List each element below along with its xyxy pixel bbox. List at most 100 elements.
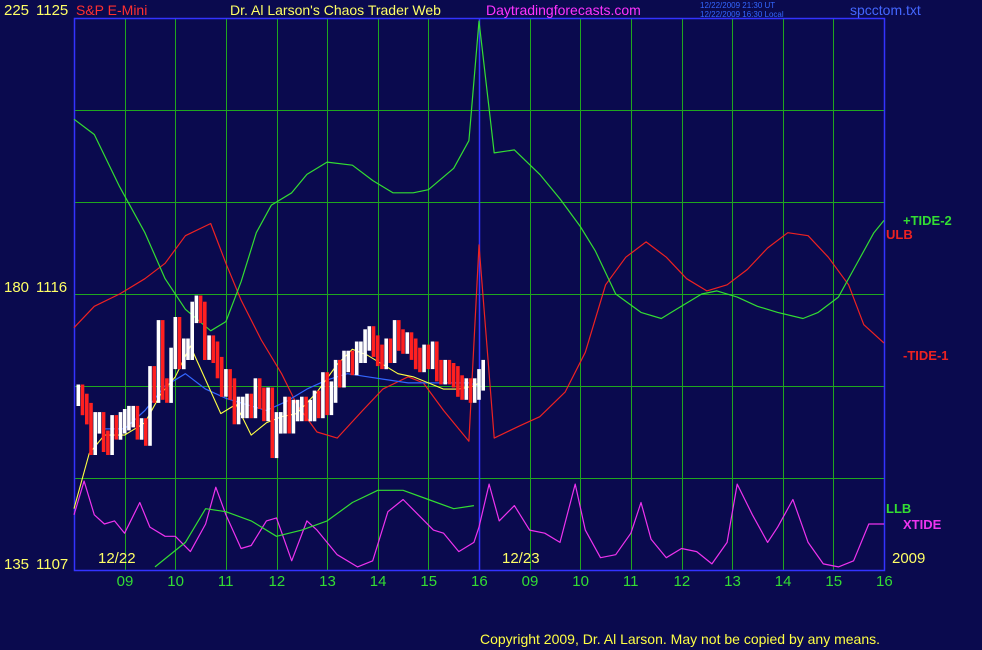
price-bar	[354, 341, 359, 376]
price-bar	[312, 390, 317, 422]
price-bar	[447, 359, 452, 385]
price-bar	[460, 375, 464, 400]
hour-tick: 10	[572, 573, 589, 590]
price-bar	[160, 320, 165, 400]
price-bar	[228, 369, 232, 400]
price-bar	[380, 344, 384, 370]
price-bar	[397, 320, 401, 351]
price-bar	[135, 405, 140, 440]
series-label-xtide: XTIDE	[903, 517, 942, 532]
hour-tick: 09	[116, 573, 134, 590]
price-bar	[401, 329, 405, 354]
price-bar	[321, 372, 325, 419]
price-bar	[426, 344, 431, 370]
series-label-tide1: -TIDE-1	[903, 348, 949, 363]
price-bar	[338, 359, 342, 388]
price-bar	[262, 387, 266, 422]
price-bar	[430, 341, 435, 370]
price-bar	[477, 369, 481, 400]
price-bar	[114, 415, 119, 440]
price-bar	[173, 317, 178, 370]
price-bar	[456, 366, 460, 397]
price-bar	[224, 369, 228, 397]
hour-tick: 15	[420, 573, 438, 590]
price-bar	[85, 393, 89, 425]
price-bar	[388, 338, 393, 363]
price-bar	[257, 378, 262, 409]
price-bar	[405, 332, 410, 354]
price-bar	[325, 372, 329, 416]
timestamp-local: 12/22/2009 16:30 Local	[700, 10, 784, 19]
price-bar	[304, 396, 308, 422]
header-price-right-top: 225	[4, 2, 30, 19]
price-bar	[101, 412, 106, 452]
price-bar	[481, 359, 485, 391]
price-bar	[413, 338, 418, 370]
price-bar	[266, 387, 270, 422]
symbol-label: S&P E-Mini	[76, 2, 148, 18]
chart-title: Dr. Al Larson's Chaos Trader Web	[230, 2, 441, 18]
price-bar	[359, 341, 363, 363]
price-bar	[435, 341, 439, 382]
hour-tick: 09	[521, 573, 539, 590]
price-bar	[253, 378, 258, 419]
price-bar	[316, 390, 321, 419]
y-tick-bottom-left: 135	[4, 556, 30, 573]
price-bar	[371, 326, 376, 357]
price-bar	[384, 338, 388, 370]
price-bar	[207, 335, 211, 360]
day-label-2: 12/23	[502, 550, 540, 567]
price-bar	[89, 402, 93, 455]
hour-tick: 15	[825, 573, 843, 590]
y-tick-mid-right: 1116	[36, 279, 68, 296]
price-bar	[308, 399, 313, 422]
hour-tick: 16	[471, 573, 488, 590]
price-bar	[418, 347, 422, 373]
price-bar	[422, 344, 426, 373]
price-bar	[363, 329, 367, 363]
price-bar	[236, 396, 241, 425]
price-bar	[249, 393, 253, 419]
hour-tick: 13	[319, 573, 336, 590]
price-bar	[342, 350, 346, 388]
hour-tick: 12	[673, 573, 691, 590]
price-bar	[346, 350, 350, 373]
site-label: Daytradingforecasts.com	[486, 2, 641, 18]
y-tick-bottom-right: 1107	[36, 556, 69, 573]
price-bar	[194, 295, 199, 324]
hour-tick: 11	[217, 573, 234, 590]
price-bar	[148, 366, 152, 446]
hour-tick: 10	[167, 573, 184, 590]
price-bar	[464, 378, 469, 400]
price-bar	[97, 412, 102, 434]
series-label-ulb: ULB	[886, 227, 913, 242]
hour-tick: 16	[876, 573, 893, 590]
day-label-1: 12/22	[98, 550, 136, 567]
price-bar	[295, 399, 300, 422]
hour-tick: 11	[622, 573, 639, 590]
price-bar	[144, 418, 148, 446]
price-bar	[270, 387, 275, 458]
price-bar	[350, 350, 355, 376]
hour-tick: 14	[369, 573, 387, 590]
price-bar	[93, 412, 97, 455]
price-bar	[472, 378, 477, 403]
hour-tick: 13	[724, 573, 741, 590]
price-bar	[392, 320, 397, 363]
hour-tick: 12	[268, 573, 286, 590]
year-label: 2009	[892, 550, 926, 567]
filename-label: spcctom.txt	[850, 2, 921, 18]
price-bar	[274, 412, 279, 459]
price-bar	[152, 366, 156, 403]
timestamp-ut: 12/22/2009 21:30 UT	[700, 1, 776, 10]
price-bar	[80, 384, 85, 416]
price-bar	[169, 347, 173, 403]
price-bar	[127, 405, 131, 431]
price-bar	[333, 359, 338, 403]
price-bar	[211, 335, 216, 363]
price-bar	[219, 356, 224, 397]
header-price-top: 1125	[36, 2, 69, 19]
price-bar	[203, 301, 207, 360]
price-bar	[122, 409, 127, 434]
price-bar	[451, 363, 456, 388]
